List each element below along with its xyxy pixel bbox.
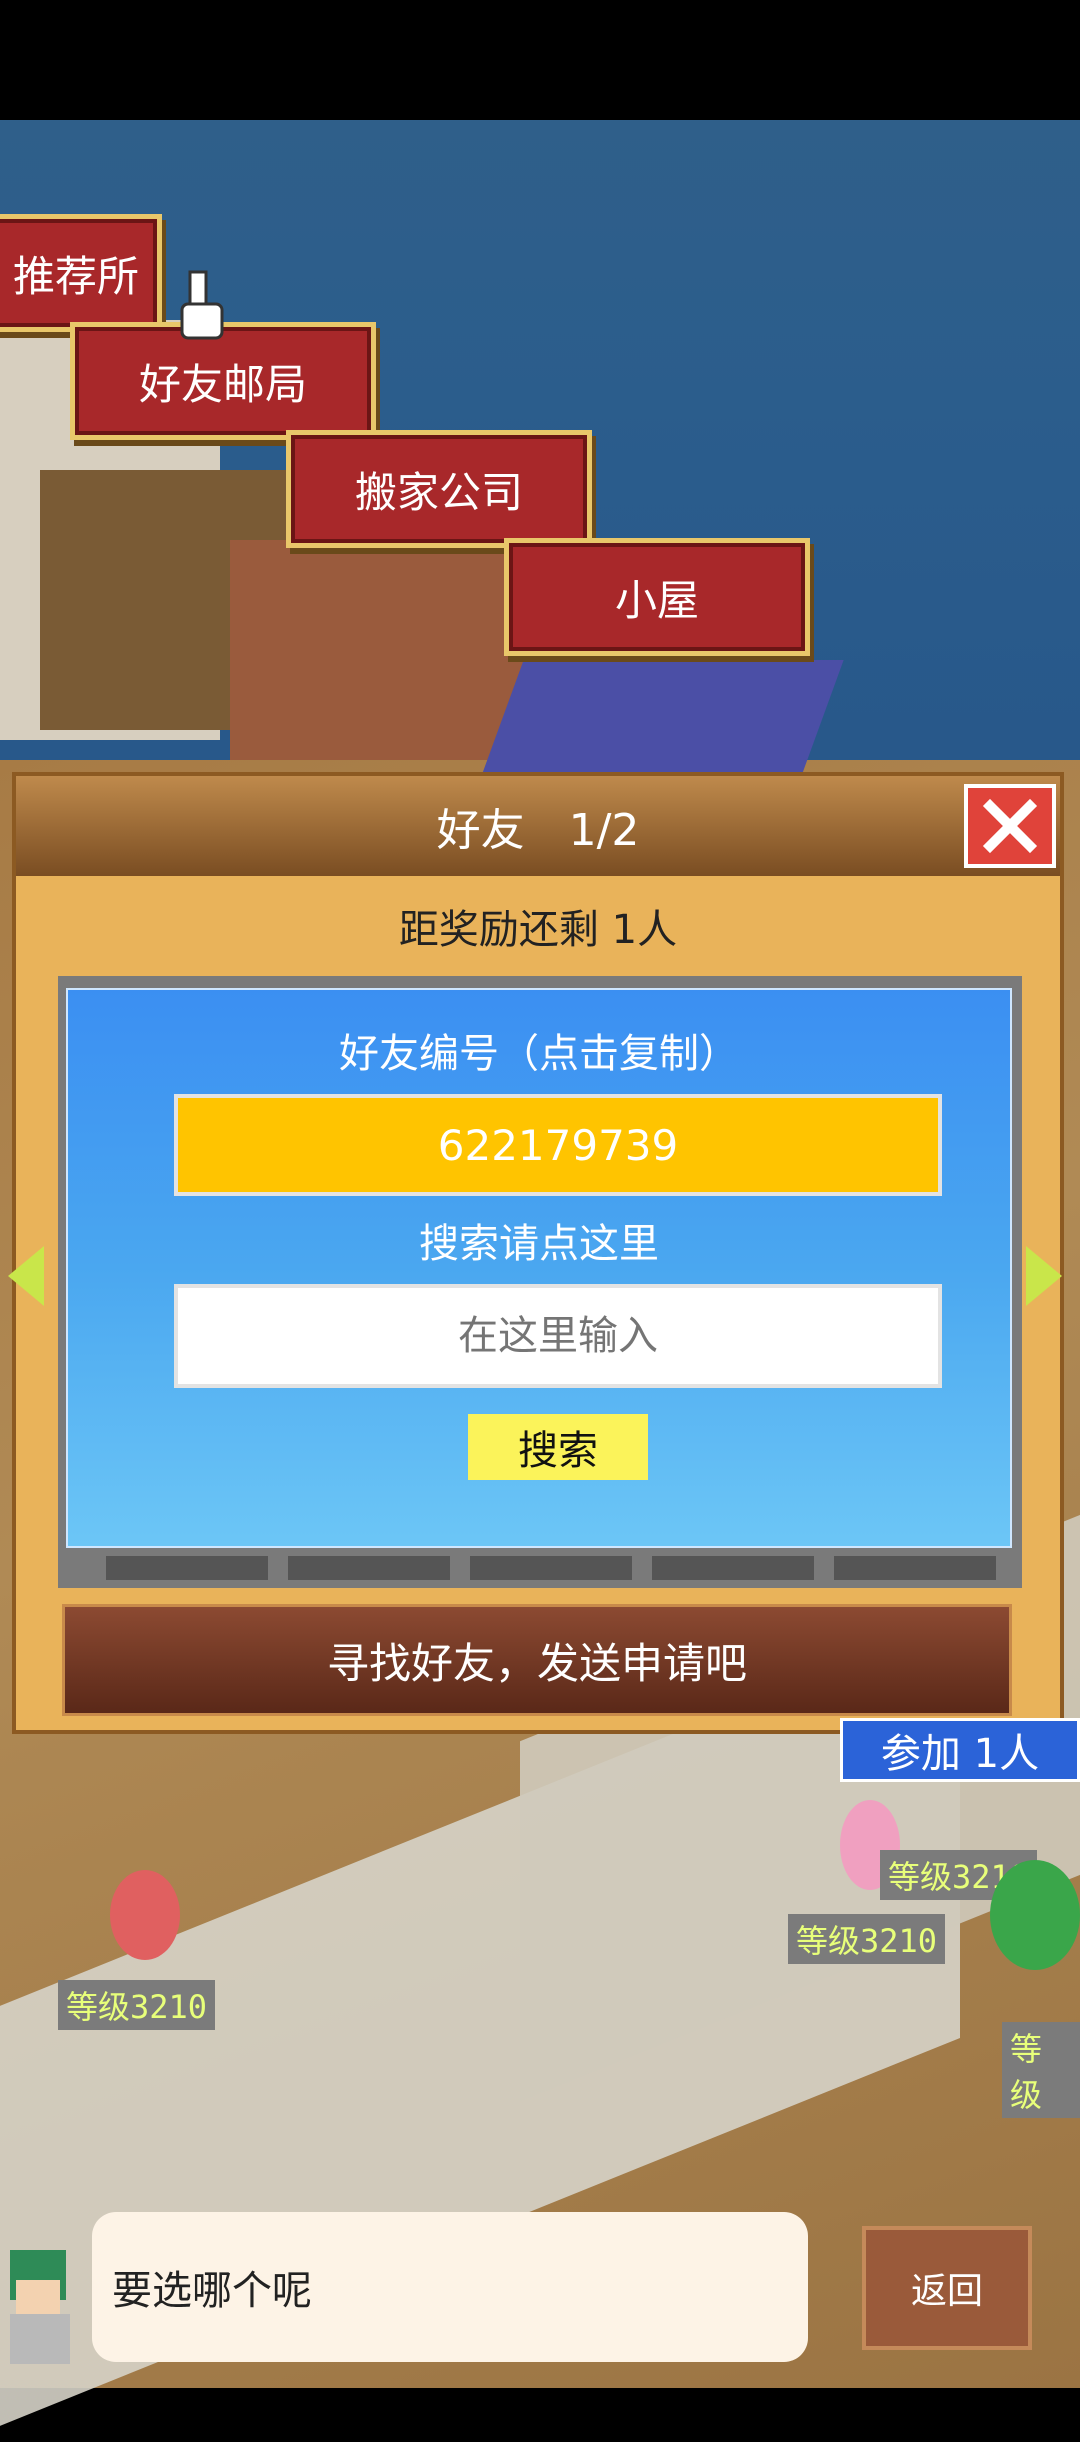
cottage-button[interactable]: 小屋 (504, 538, 810, 656)
character-sprite[interactable] (990, 1860, 1080, 1970)
moving-company-label: 搬家公司 (354, 467, 523, 517)
dialog-title: 好友 1/2 (436, 805, 640, 856)
previous-page-arrow-icon[interactable] (8, 1246, 44, 1306)
reward-remaining-text: 距奖励还剩 1人 (398, 907, 678, 953)
search-button[interactable]: 搜索 (468, 1414, 648, 1480)
page-segment (652, 1556, 814, 1580)
friend-post-office-label: 好友邮局 (138, 359, 307, 409)
friend-id-panel: 好友编号（点击复制） 622179739 搜索请点这里 搜索 (66, 988, 1012, 1548)
cottage-label: 小屋 (614, 575, 699, 625)
character-sprite[interactable] (110, 1870, 180, 1960)
next-page-arrow-icon[interactable] (1026, 1246, 1062, 1306)
page-indicator-strip (106, 1556, 996, 1580)
search-hint: 搜索请点这里 (419, 1221, 659, 1267)
close-button[interactable] (964, 784, 1056, 868)
chat-bubble: 要选哪个呢 (92, 2212, 808, 2362)
page-segment (834, 1556, 996, 1580)
level-tag: 等级3210 (788, 1914, 946, 1964)
guide-character-avatar (10, 2250, 70, 2364)
level-tag: 等级 (1002, 2022, 1080, 2118)
friend-dialog: 好友 1/2 距奖励还剩 1人 好友编号（点击复制） 622179739 搜索请… (12, 772, 1064, 1734)
page-segment (106, 1556, 268, 1580)
level-tag: 等级3210 (58, 1980, 216, 2030)
recommend-office-label: 推荐所 (12, 251, 139, 301)
pointer-hand-icon (180, 270, 224, 340)
close-icon (982, 798, 1038, 854)
status-bar (0, 0, 1080, 120)
find-friends-banner[interactable]: 寻找好友，发送申请吧 (62, 1604, 1012, 1716)
chat-message: 要选哪个呢 (112, 2268, 312, 2314)
join-count-badge: 参加 1人 (840, 1718, 1080, 1782)
recommend-office-button[interactable]: 推荐所 (0, 214, 162, 332)
friend-id-label: 好友编号（点击复制） (339, 1031, 739, 1077)
roof-purple (476, 660, 844, 790)
moving-company-button[interactable]: 搬家公司 (286, 430, 592, 548)
friend-search-input[interactable] (174, 1284, 942, 1388)
building-brick (230, 540, 530, 760)
friend-id-copy-field[interactable]: 622179739 (174, 1094, 942, 1196)
page-segment (470, 1556, 632, 1580)
page-segment (288, 1556, 450, 1580)
back-button[interactable]: 返回 (862, 2226, 1032, 2350)
